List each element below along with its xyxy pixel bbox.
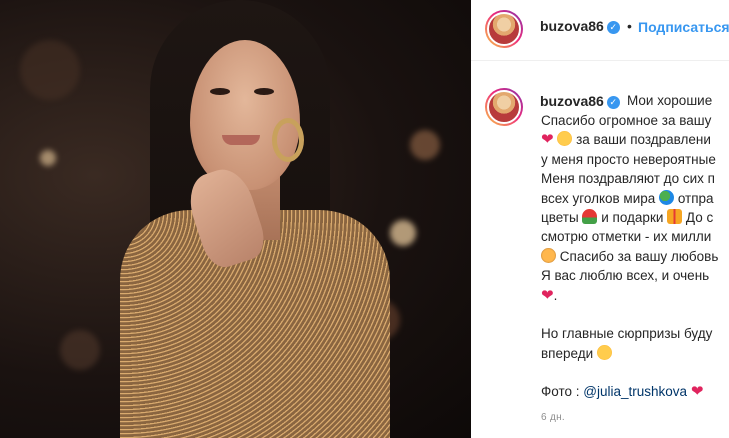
caption-line-text: всех уголков мира: [541, 190, 656, 206]
caption-line: Спасибо за вашу любовь: [541, 247, 729, 266]
caption-line: у меня просто невероятные: [541, 151, 716, 167]
caption-line-text: и подарки: [601, 209, 664, 225]
background-bokeh: [40, 150, 56, 166]
post-photo[interactable]: [0, 0, 471, 438]
caption-line: Я вас люблю всех, и очень: [541, 268, 710, 284]
caption-first-line: Мои хорошие: [627, 93, 713, 108]
caption-line-text: за ваши поздравлени: [576, 132, 711, 148]
caption-line: смотрю отметки - их милли: [541, 229, 712, 245]
username-text: buzova86: [540, 18, 604, 34]
gift-emoji-icon: [667, 208, 683, 224]
caption-line: Меня поздравляют до сих п: [541, 171, 715, 187]
red-heart-icon: ❤: [690, 383, 704, 401]
caption-line-text: впереди: [541, 345, 594, 361]
left-eye: [210, 88, 230, 95]
post-header: buzova86 ✓ • Подписаться: [471, 0, 729, 61]
monkey-emoji-icon: [541, 247, 556, 263]
caption-line: впереди: [541, 344, 729, 363]
caption-username: buzova86: [540, 93, 604, 109]
caption-line-text: .: [553, 287, 558, 303]
verified-badge-icon: ✓: [606, 21, 620, 34]
photo-credit-mention-link[interactable]: @julia_trushkova: [583, 384, 687, 399]
background-bokeh: [20, 40, 80, 100]
right-eye: [254, 88, 274, 95]
caption-line: Спасибо огромное за вашу: [541, 113, 712, 128]
caption-line: всех уголков мира отпра: [541, 189, 729, 208]
caption-username-link[interactable]: buzova86 ✓: [540, 93, 620, 109]
follow-button[interactable]: Подписаться: [638, 19, 729, 35]
rose-emoji-icon: [582, 208, 598, 224]
background-bokeh: [390, 220, 416, 246]
hoop-earring: [272, 118, 304, 162]
heart-eyes-emoji-icon: [557, 131, 573, 147]
lips: [222, 135, 260, 145]
globe-emoji-icon: [659, 189, 675, 205]
caption-line: ❤.: [541, 286, 729, 305]
post-side-panel: buzova86 ✓ • Подписаться buzova86 ✓ Мои хо…: [471, 0, 729, 438]
background-bokeh: [410, 130, 440, 160]
background-bokeh: [60, 330, 100, 370]
caption-avatar[interactable]: [485, 88, 523, 126]
post-timestamp[interactable]: 6 дн.: [541, 412, 565, 423]
caption-line-text: До с: [685, 209, 714, 225]
caption-line: Но главные сюрпризы буду: [541, 326, 713, 342]
caption-line: Фото : @julia_trushkova ❤: [541, 382, 729, 401]
photo-credit-label: Фото :: [541, 384, 580, 400]
red-heart-icon: ❤: [541, 286, 554, 304]
username-link[interactable]: buzova86 ✓: [540, 18, 620, 34]
red-heart-icon: ❤: [541, 131, 554, 149]
caption-line-text: отпра: [677, 190, 714, 206]
caption-text: Спасибо огромное за вашу ❤ за ваши поздр…: [541, 111, 729, 402]
smiling-face-emoji-icon: [596, 344, 612, 360]
caption-line: цветы и подарки До с: [541, 208, 729, 227]
separator-dot: •: [627, 18, 632, 34]
caption-line-text: цветы: [541, 209, 579, 225]
avatar[interactable]: [485, 10, 523, 48]
caption-line: ❤ за ваши поздравлени: [541, 130, 729, 149]
caption-line-text: Спасибо за вашу любовь: [559, 248, 719, 264]
verified-badge-icon: ✓: [606, 96, 620, 109]
